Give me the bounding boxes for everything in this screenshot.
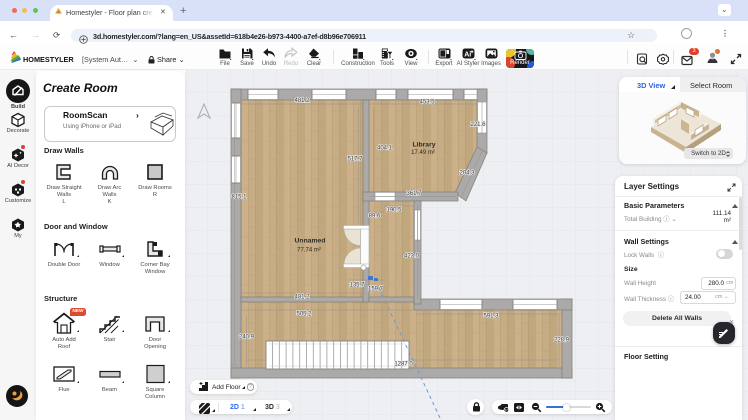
svg-text:240.9: 240.9 <box>239 335 255 341</box>
svg-text:17.49 m²: 17.49 m² <box>411 150 435 156</box>
svg-text:Library: Library <box>412 142 435 149</box>
svg-text:221.6: 221.6 <box>470 122 486 128</box>
svg-text:815.1: 815.1 <box>231 195 247 201</box>
svg-text:Unnamed: Unnamed <box>295 238 326 245</box>
svg-text:159.7: 159.7 <box>368 287 384 293</box>
svg-text:453.5: 453.5 <box>419 100 435 106</box>
svg-text:361.7: 361.7 <box>406 191 422 197</box>
svg-text:517.7: 517.7 <box>347 157 363 163</box>
svg-text:591.3: 591.3 <box>483 314 499 320</box>
svg-text:77.74 m²: 77.74 m² <box>297 248 321 254</box>
svg-text:204.3: 204.3 <box>459 171 475 177</box>
svg-text:481.2: 481.2 <box>294 295 310 301</box>
svg-text:481.2: 481.2 <box>294 98 310 104</box>
svg-text:89.6: 89.6 <box>369 214 381 220</box>
svg-text:505.2: 505.2 <box>296 312 312 318</box>
svg-text:190.5: 190.5 <box>386 208 402 214</box>
svg-text:404.1: 404.1 <box>377 146 393 152</box>
svg-text:10: 10 <box>504 407 509 412</box>
svg-text:1287.0: 1287.0 <box>394 362 413 368</box>
svg-text:228.9: 228.9 <box>554 338 570 344</box>
svg-text:423.0: 423.0 <box>404 254 420 260</box>
svg-text:Ai: Ai <box>464 51 471 58</box>
svg-text:135.7: 135.7 <box>349 283 365 289</box>
